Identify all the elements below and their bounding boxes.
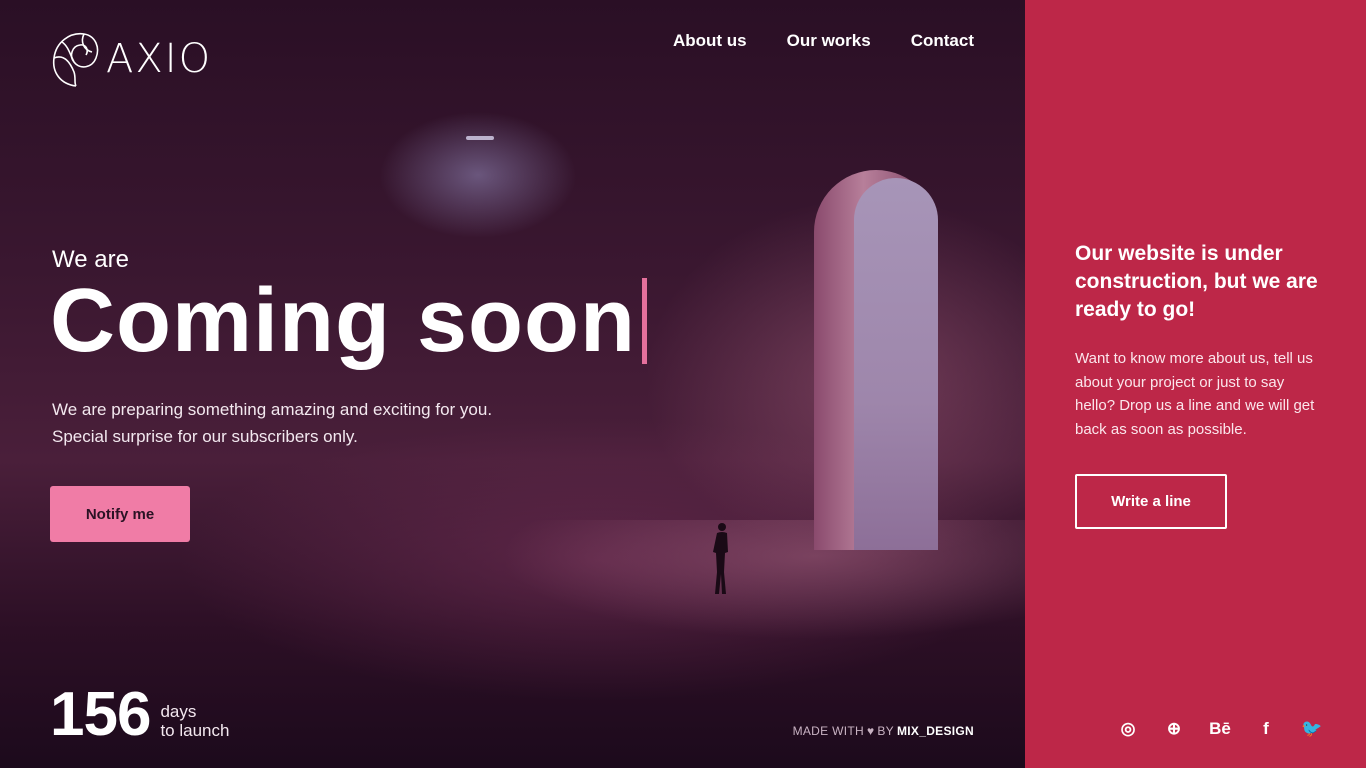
description-line-1: We are preparing something amazing and e… xyxy=(52,400,493,419)
dribbble-icon[interactable]: ⊕ xyxy=(1164,719,1184,738)
hero-description: We are preparing something amazing and e… xyxy=(52,396,492,450)
nav-our-works[interactable]: Our works xyxy=(787,31,871,51)
floor-glow xyxy=(500,520,1025,640)
twitter-icon[interactable]: 🐦 xyxy=(1301,719,1322,738)
countdown-label: days to launch xyxy=(160,702,229,740)
panel-body: Want to know more about us, tell us abou… xyxy=(1075,350,1315,439)
social-links: ◎ ⊕ Bē f 🐦 xyxy=(1118,719,1323,738)
facebook-icon[interactable]: f xyxy=(1256,719,1276,738)
description-line-2: Special surprise for our subscribers onl… xyxy=(52,427,358,446)
credit-author-link[interactable]: MIX_DESIGN xyxy=(897,724,974,738)
countdown-number: 156 xyxy=(50,680,151,749)
top-navigation: About us Our works Contact xyxy=(673,31,974,51)
nautilus-logo-icon xyxy=(52,33,99,87)
behance-icon[interactable]: Bē xyxy=(1209,719,1231,738)
hero-eyebrow: We are xyxy=(52,246,129,273)
typing-cursor xyxy=(641,278,647,364)
hero-section: AXIO About us Our works Contact We are C… xyxy=(0,0,1025,768)
instagram-icon[interactable]: ◎ xyxy=(1118,719,1138,738)
hero-headline: Coming soon xyxy=(50,276,647,366)
footer-credit: MADE WITH ♥ BY MIX_DESIGN xyxy=(793,724,974,738)
nav-about-us[interactable]: About us xyxy=(673,31,747,51)
write-a-line-button[interactable]: Write a line xyxy=(1075,474,1227,529)
credit-prefix: MADE WITH xyxy=(792,724,864,738)
brand-name: AXIO xyxy=(106,36,213,82)
credit-middle: BY xyxy=(877,724,894,738)
panel-title: Our website is under construction, but w… xyxy=(1075,242,1318,321)
contact-panel: Our website is under construction, but w… xyxy=(1025,0,1366,768)
nav-contact[interactable]: Contact xyxy=(911,31,974,51)
heart-icon: ♥ xyxy=(866,724,875,738)
brand-logo[interactable]: AXIO xyxy=(50,28,212,90)
doorway-light xyxy=(854,178,938,550)
headline-text: Coming soon xyxy=(50,271,636,371)
countdown-caption: to launch xyxy=(160,721,230,740)
ceiling-lamp xyxy=(466,136,494,140)
launch-countdown: 156 days to launch xyxy=(50,684,229,746)
walking-person-silhouette xyxy=(713,523,728,594)
countdown-unit: days xyxy=(160,702,197,721)
notify-me-button[interactable]: Notify me xyxy=(50,486,190,542)
